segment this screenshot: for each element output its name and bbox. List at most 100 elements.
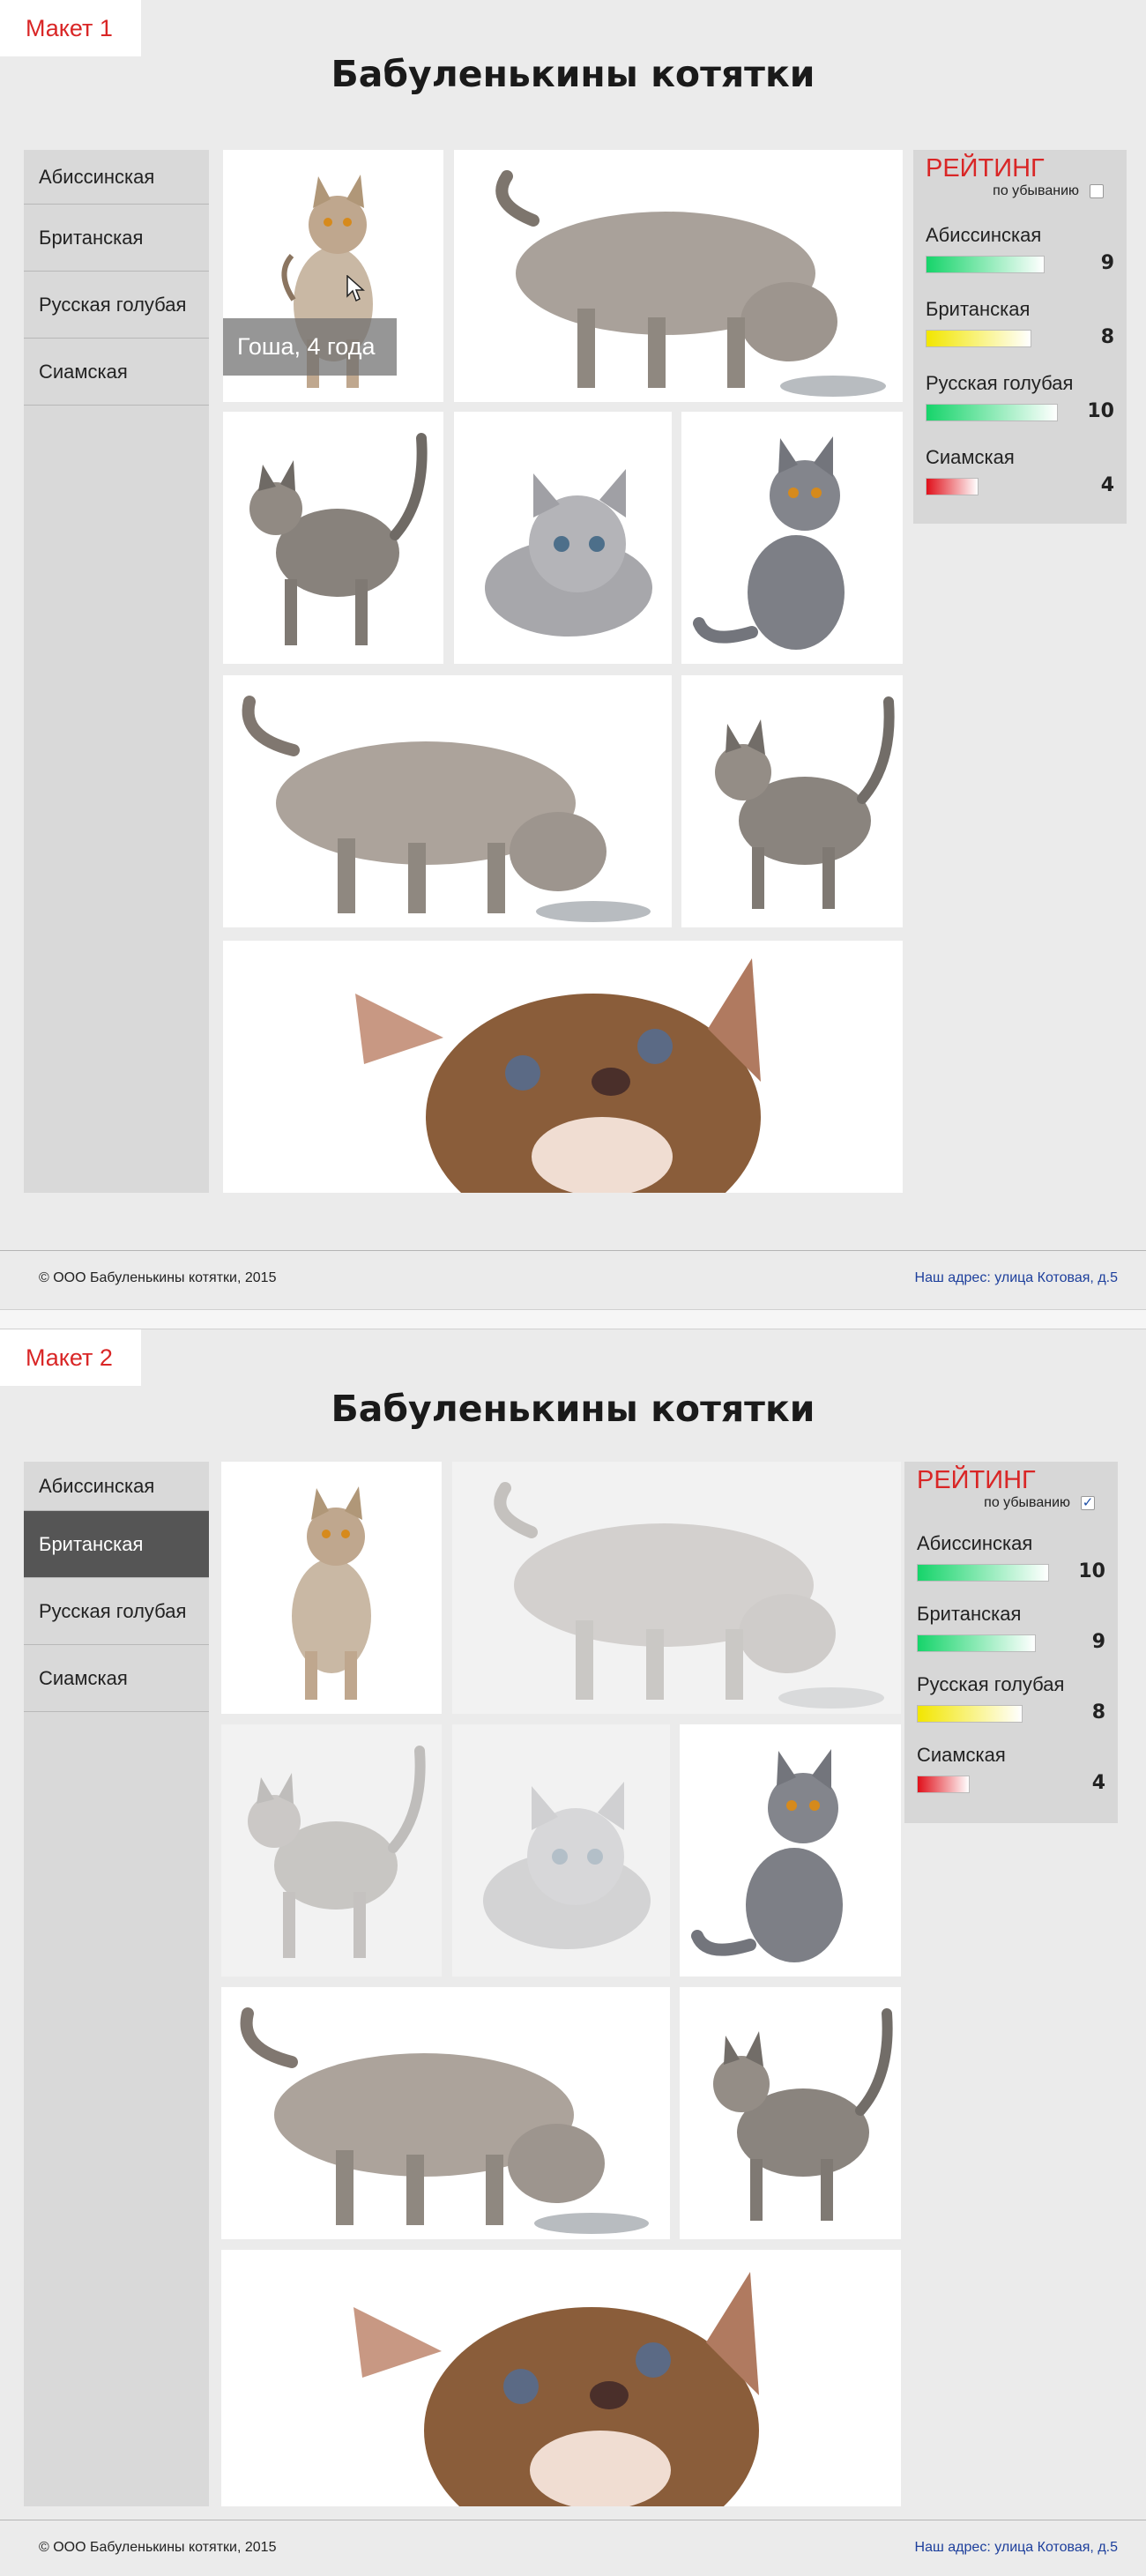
cat-photo-kitten-small[interactable] — [680, 1987, 901, 2239]
rating-bar — [917, 1634, 1036, 1652]
grey-kitten-image — [485, 469, 652, 637]
rating-bar — [926, 256, 1045, 273]
rating-bar — [917, 1564, 1049, 1582]
rating-title: РЕЙТИНГ — [917, 1466, 1036, 1494]
sort-desc-toggle[interactable]: по убыванию ✓ — [917, 1493, 1095, 1513]
rating-bar — [917, 1705, 1023, 1723]
rating-title: РЕЙТИНГ — [926, 154, 1045, 182]
page-title: Бабуленькины котятки — [331, 53, 815, 95]
sort-desc-label: по убыванию — [984, 1495, 1070, 1510]
mockup-separator — [0, 1309, 1146, 1329]
sort-desc-toggle[interactable]: по убыванию — [926, 182, 1104, 201]
grey-kitten-image — [483, 1782, 651, 1949]
menu-item-siamese[interactable]: Сиамская — [24, 339, 209, 406]
rating-item-name: Русская голубая — [917, 1673, 1065, 1695]
rating-bar — [917, 1776, 970, 1793]
tabby-kitten-image — [713, 2008, 893, 2221]
eating-cat-image — [240, 2007, 649, 2234]
tabby-kitten-image — [715, 696, 895, 909]
cat-photo-grey-kitten[interactable] — [452, 1724, 670, 1977]
sort-desc-label: по убыванию — [993, 183, 1079, 198]
rating-value: 8 — [1100, 326, 1114, 348]
cat-photo-eating-medium[interactable] — [221, 1987, 670, 2239]
menu-item-british[interactable]: Британская — [24, 1511, 209, 1578]
rating-item: Сиамская 4 — [917, 1744, 1105, 1795]
cat-photo-kitten-small[interactable] — [681, 675, 903, 927]
eating-cat-image — [495, 170, 886, 397]
address-link[interactable]: Наш адрес: улица Котовая, д.5 — [915, 1251, 1118, 1306]
menu-item-british[interactable]: Британская — [24, 205, 209, 272]
mouse-cursor-icon — [346, 275, 365, 302]
tabby-kitten-image — [249, 433, 428, 645]
cat-photo-kitten-looking-up[interactable] — [221, 2250, 901, 2506]
rating-item-name: Сиамская — [926, 446, 1015, 468]
rating-panel: РЕЙТИНГ по убыванию Абиссинская 9 Британ… — [913, 150, 1127, 524]
sort-desc-checkbox[interactable] — [1090, 183, 1104, 198]
rating-bar — [926, 478, 979, 495]
tabby-cat-image — [292, 1486, 371, 1700]
british-cat-image — [693, 436, 845, 650]
rating-bar — [926, 330, 1031, 347]
address-link[interactable]: Наш адрес: улица Котовая, д.5 — [915, 2520, 1118, 2575]
cat-photo-british-sitting[interactable] — [680, 1724, 901, 1977]
eating-cat-image — [494, 1482, 884, 1709]
mockup-tag: Макет 2 — [0, 1329, 141, 1386]
rating-item-name: Сиамская — [917, 1744, 1006, 1766]
kitten-face-image — [355, 958, 761, 1193]
cat-photo-kitten-side[interactable] — [221, 1724, 442, 1977]
menu-item-russian-blue[interactable]: Русская голубая — [24, 1578, 209, 1645]
breed-menu: Абиссинская Британская Русская голубая С… — [24, 150, 209, 1193]
checkmark-icon: ✓ — [1082, 1494, 1094, 1510]
rating-value: 4 — [1091, 1772, 1105, 1794]
rating-value: 9 — [1100, 252, 1114, 274]
rating-item-name: Русская голубая — [926, 372, 1074, 394]
rating-item: Абиссинская 10 — [917, 1532, 1105, 1583]
cat-photo-kitten-looking-up[interactable] — [223, 941, 903, 1193]
rating-item-name: Абиссинская — [917, 1532, 1033, 1554]
page-title: Бабуленькины котятки — [331, 1388, 815, 1430]
copyright: © ООО Бабуленькины котятки, 2015 — [39, 2540, 277, 2555]
cat-photo-eating-large[interactable] — [452, 1462, 901, 1714]
rating-item: Британская 9 — [917, 1603, 1105, 1654]
rating-item: Сиамская 4 — [926, 446, 1114, 497]
rating-value: 8 — [1091, 1701, 1105, 1724]
mockup-1: Макет 1 Бабуленькины котятки Абиссинская… — [0, 0, 1146, 1309]
sort-desc-checkbox[interactable]: ✓ — [1081, 1494, 1095, 1510]
footer: © ООО Бабуленькины котятки, 2015 Наш адр… — [0, 1250, 1146, 1305]
copyright: © ООО Бабуленькины котятки, 2015 — [39, 1270, 277, 1285]
breed-menu: Абиссинская Британская Русская голубая С… — [24, 1462, 209, 2506]
rating-list: Абиссинская 9 Британская 8 Русская голуб… — [926, 224, 1114, 497]
menu-item-siamese[interactable]: Сиамская — [24, 1645, 209, 1712]
cat-photo-grey-kitten[interactable] — [454, 412, 672, 664]
cat-photo-standing-tabby[interactable]: Гоша, 4 года — [223, 150, 443, 402]
rating-item-name: Британская — [926, 298, 1031, 320]
rating-item: Русская голубая 8 — [917, 1673, 1105, 1724]
rating-value: 10 — [1078, 1560, 1105, 1582]
cat-photo-eating-medium[interactable] — [223, 675, 672, 927]
cat-photo-standing-tabby[interactable] — [221, 1462, 442, 1714]
rating-value: 10 — [1087, 400, 1114, 422]
rating-panel: РЕЙТИНГ по убыванию ✓ Абиссинская 10 Брит… — [904, 1462, 1118, 1823]
menu-item-abyssinian[interactable]: Абиссинская — [24, 150, 209, 205]
kitten-face-image — [353, 2272, 759, 2506]
menu-item-abyssinian[interactable]: Абиссинская — [24, 1462, 209, 1511]
cat-photo-eating-large[interactable] — [454, 150, 903, 402]
rating-item: Русская голубая 10 — [926, 372, 1114, 423]
rating-value: 9 — [1091, 1631, 1105, 1653]
cat-photo-british-sitting[interactable] — [681, 412, 903, 664]
british-cat-image — [691, 1749, 843, 1962]
cat-photo-kitten-side[interactable] — [223, 412, 443, 664]
eating-cat-image — [242, 696, 651, 922]
mockup-2: Макет 2 Бабуленькины котятки Абиссинская… — [0, 1329, 1146, 2576]
mockup-tag: Макет 1 — [0, 0, 141, 56]
rating-bar — [926, 404, 1058, 421]
rating-list: Абиссинская 10 Британская 9 Русская голу… — [917, 1532, 1105, 1795]
rating-item-name: Абиссинская — [926, 224, 1042, 246]
footer: © ООО Бабуленькины котятки, 2015 Наш адр… — [0, 2520, 1146, 2574]
tabby-kitten-image — [248, 1746, 426, 1958]
rating-item: Абиссинская 9 — [926, 224, 1114, 275]
rating-item-name: Британская — [917, 1603, 1022, 1625]
photo-caption: Гоша, 4 года — [223, 318, 397, 376]
rating-value: 4 — [1100, 474, 1114, 496]
menu-item-russian-blue[interactable]: Русская голубая — [24, 272, 209, 339]
